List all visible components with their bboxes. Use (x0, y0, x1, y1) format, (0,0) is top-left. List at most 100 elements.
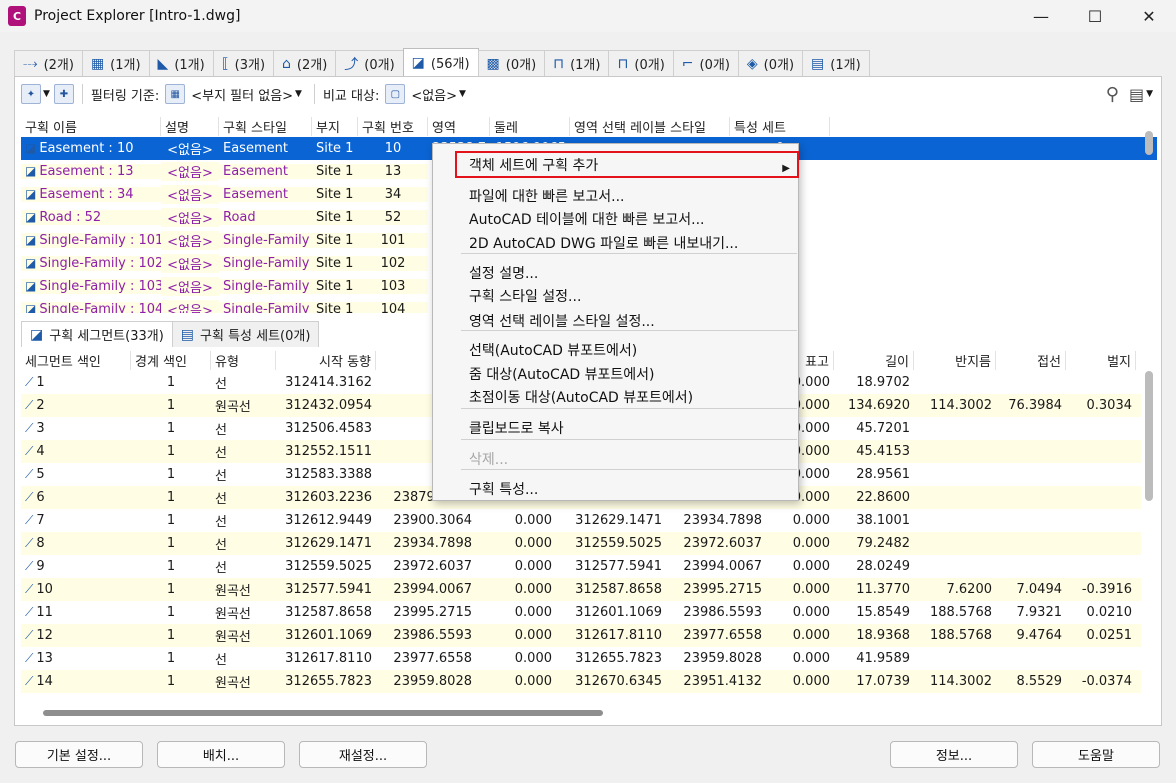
table-cell: ⟋ 9 (21, 559, 131, 574)
cell-text: -0.3916 (1081, 582, 1132, 597)
layout-icon[interactable]: ▤ (1129, 85, 1144, 104)
table-row[interactable]: ⟋ 14 1 원곡선 312655.7823 23959.8028 0.000 312670.… (21, 670, 1141, 693)
column-header[interactable]: 길이 (834, 350, 914, 370)
reset-button[interactable]: 재설정... (299, 741, 427, 768)
table-cell: 1 (131, 375, 211, 390)
cell-text: 11.3770 (856, 582, 910, 597)
defaults-button[interactable]: 기본 설정... (15, 741, 143, 768)
object-tab[interactable]: ◈ (0개) (737, 50, 804, 76)
context-menu-item[interactable]: 2D AutoCAD DWG 파일로 빠른 내보내기... (469, 232, 738, 254)
table-row[interactable]: ⟋ 10 1 원곡선 312577.5941 23994.0067 0.000 312587.… (21, 578, 1141, 601)
new-set-icon[interactable]: ✦ (21, 84, 41, 104)
column-header[interactable]: 둘레 (490, 116, 570, 136)
table-row[interactable]: ⟋ 11 1 원곡선 312587.8658 23995.2715 0.000 312601.… (21, 601, 1141, 624)
search-icon[interactable]: ⚲ (1106, 84, 1119, 105)
table-row[interactable]: ⟋ 8 1 선 312629.1471 23934.7898 0.000 312559.502… (21, 532, 1141, 555)
context-menu-item[interactable]: 초점이동 대상(AutoCAD 뷰포트에서) (469, 386, 693, 408)
column-header[interactable]: 특성 세트 (730, 116, 830, 136)
column-header[interactable]: 세그먼트 색인 (21, 350, 131, 370)
segment-tab[interactable]: ◪ 구획 세그먼트(33개) (21, 321, 173, 347)
column-header[interactable]: 설명 (161, 116, 219, 136)
menu-separator (461, 253, 797, 254)
cell-text: 312414.3162 (285, 375, 372, 390)
parcel-grid-scrollbar[interactable] (1145, 131, 1153, 155)
context-menu-item[interactable]: 구획 스타일 설정... (469, 285, 581, 307)
object-tab[interactable]: ⤏ (2개) (14, 50, 83, 76)
column-header[interactable]: 접선 (996, 350, 1066, 370)
table-cell: 312629.1471 (556, 513, 666, 528)
object-tab[interactable]: ⊓ (1개) (544, 50, 610, 76)
column-header[interactable]: 구획 번호 (358, 116, 428, 136)
cell-text: 12 (36, 628, 53, 643)
table-cell: 23977.6558 (376, 651, 476, 666)
table-cell: 선 (211, 488, 276, 507)
context-menu-item[interactable]: 줌 대상(AutoCAD 뷰포트에서) (469, 363, 655, 385)
chevron-down-icon[interactable]: ▼ (295, 89, 302, 99)
context-menu-item[interactable]: 구획 특성... (469, 478, 538, 500)
column-header[interactable]: 영역 선택 레이블 스타일 (570, 116, 730, 136)
column-header[interactable]: 부지 (312, 116, 358, 136)
object-tab[interactable]: ▤ (1개) (802, 50, 870, 76)
object-tab[interactable]: ▩ (0개) (477, 50, 546, 76)
object-tab[interactable]: ⟦ (3개) (212, 50, 275, 76)
chevron-down-icon[interactable]: ▼ (459, 89, 466, 99)
context-menu-item[interactable]: AutoCAD 테이블에 대한 빠른 보고서... (469, 208, 704, 230)
column-header[interactable]: 구획 스타일 (219, 116, 312, 136)
window-title: Project Explorer [Intro-1.dwg] (34, 8, 241, 24)
table-cell: 0.000 (476, 628, 556, 643)
object-tab[interactable]: ▦ (1개) (81, 50, 150, 76)
object-tab[interactable]: ⌐ (0개) (672, 50, 739, 76)
object-tab[interactable]: ◣ (1개) (148, 50, 214, 76)
table-cell: 원곡선 (211, 603, 276, 622)
table-cell: 114.3002 (914, 398, 996, 413)
segment-grid-hscrollbar[interactable] (43, 710, 603, 716)
table-cell: 312559.5025 (556, 536, 666, 551)
site-filter-icon[interactable]: ▦ (165, 84, 186, 104)
context-menu-item[interactable]: 클립보드로 복사 (469, 417, 564, 439)
chevron-down-icon[interactable]: ▼ (43, 89, 50, 99)
add-to-set-icon[interactable]: ✚ (53, 84, 74, 104)
table-cell: 312629.1471 (276, 536, 376, 551)
object-tab[interactable]: ⤴ (0개) (335, 50, 404, 76)
table-row[interactable]: ⟋ 7 1 선 312612.9449 23900.3064 0.000 312629.147… (21, 509, 1141, 532)
context-menu-item[interactable]: 파일에 대한 빠른 보고서... (469, 185, 625, 207)
table-row[interactable]: ⟋ 12 1 원곡선 312601.1069 23986.5593 0.000 312617.… (21, 624, 1141, 647)
layout-button[interactable]: 배치... (157, 741, 285, 768)
cell-text: 1 (166, 582, 176, 597)
table-row[interactable]: ⟋ 13 1 선 312617.8110 23977.6558 0.000 312655.78… (21, 647, 1141, 670)
column-header[interactable]: 벌지 (1066, 350, 1136, 370)
cell-text: Site 1 (316, 233, 354, 248)
table-cell: ◪ Easement : 13 (21, 164, 161, 179)
chevron-down-icon[interactable]: ▼ (1146, 89, 1153, 99)
object-tab[interactable]: ⊓ (0개) (608, 50, 674, 76)
segment-grid-scrollbar[interactable] (1145, 371, 1153, 501)
minimize-button[interactable]: — (1014, 0, 1068, 32)
segment-icon: ⟋ (25, 536, 34, 550)
table-cell: 312612.9449 (276, 513, 376, 528)
table-cell: 312601.1069 (276, 628, 376, 643)
info-button[interactable]: 정보... (890, 741, 1018, 768)
cell-text: 312577.5941 (285, 582, 372, 597)
column-header[interactable]: 유형 (211, 350, 276, 370)
object-tab[interactable]: ⌂ (2개) (273, 50, 337, 76)
context-menu-item[interactable]: 영역 선택 레이블 스타일 설정... (469, 310, 655, 332)
cell-text: 선 (215, 377, 227, 392)
context-menu-item[interactable]: 선택(AutoCAD 뷰포트에서) (469, 339, 637, 361)
column-header[interactable]: 반지름 (914, 350, 996, 370)
close-button[interactable]: ✕ (1122, 0, 1176, 32)
table-cell: 102 (358, 256, 428, 271)
help-button[interactable]: 도움말 (1032, 741, 1160, 768)
column-header[interactable]: 경계 색인 (131, 350, 211, 370)
compare-dropdown[interactable]: <없음> (411, 85, 457, 104)
column-header[interactable]: 영역 (428, 116, 490, 136)
segment-tab[interactable]: ▤ 구획 특성 세트(0개) (171, 321, 320, 347)
filter-dropdown[interactable]: <부지 필터 없음> (191, 85, 293, 104)
maximize-button[interactable]: ☐ (1068, 0, 1122, 32)
context-menu-item[interactable]: 설정 설명... (469, 262, 538, 284)
object-tab[interactable]: ◪ (56개) (402, 48, 479, 76)
column-header[interactable]: 구획 이름 (21, 116, 161, 136)
compare-object-icon[interactable]: ▢ (385, 84, 406, 104)
table-row[interactable]: ⟋ 9 1 선 312559.5025 23972.6037 0.000 312577.594… (21, 555, 1141, 578)
column-header[interactable]: 시작 동향 (276, 350, 376, 370)
segment-icon: ⟋ (25, 375, 34, 389)
